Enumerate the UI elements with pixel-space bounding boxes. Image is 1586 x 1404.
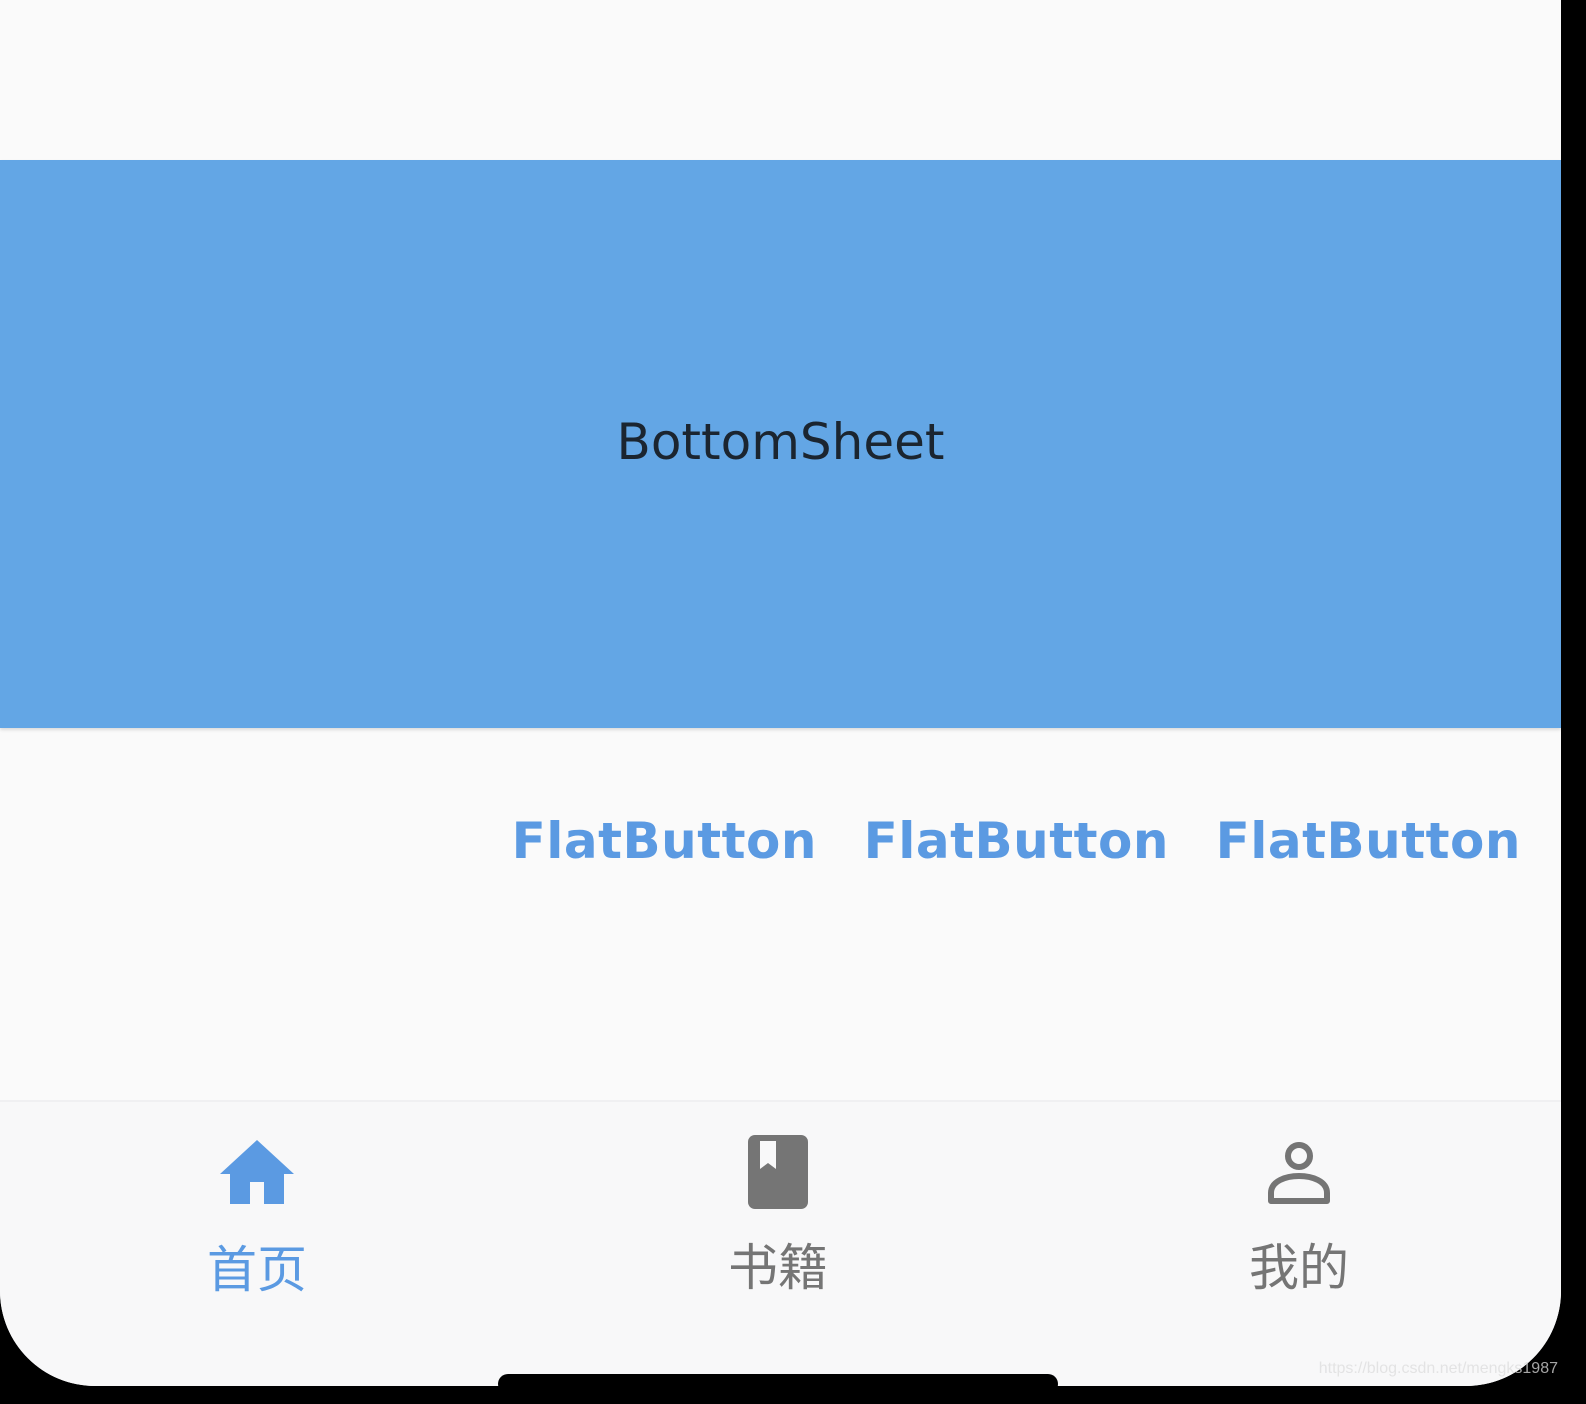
flat-button-2[interactable]: FlatButton: [817, 812, 1169, 870]
home-icon: [217, 1132, 297, 1212]
nav-label-home: 首页: [207, 1241, 307, 1299]
nav-label-books: 书籍: [728, 1239, 828, 1297]
flat-button-3[interactable]: FlatButton: [1169, 812, 1521, 870]
home-indicator[interactable]: [498, 1374, 1058, 1394]
button-bar: FlatButton FlatButton FlatButton: [465, 812, 1521, 870]
app-screen: BottomSheet FlatButton FlatButton FlatBu…: [0, 0, 1561, 1386]
book-icon: [738, 1132, 818, 1212]
nav-item-mine[interactable]: 我的: [1169, 1132, 1429, 1300]
bottom-sheet-text: BottomSheet: [616, 413, 945, 471]
nav-label-mine: 我的: [1249, 1239, 1349, 1297]
bottom-navigation-bar: 首页 书籍 我的: [0, 1100, 1561, 1386]
bottom-sheet: BottomSheet: [0, 160, 1561, 728]
device-bezel: [1561, 0, 1586, 1404]
flat-button-1[interactable]: FlatButton: [465, 812, 817, 870]
person-icon: [1259, 1132, 1339, 1212]
nav-item-books[interactable]: 书籍: [648, 1132, 908, 1300]
watermark-text: https://blog.csdn.net/mengks1987: [1318, 1360, 1558, 1377]
nav-item-home[interactable]: 首页: [127, 1132, 387, 1302]
